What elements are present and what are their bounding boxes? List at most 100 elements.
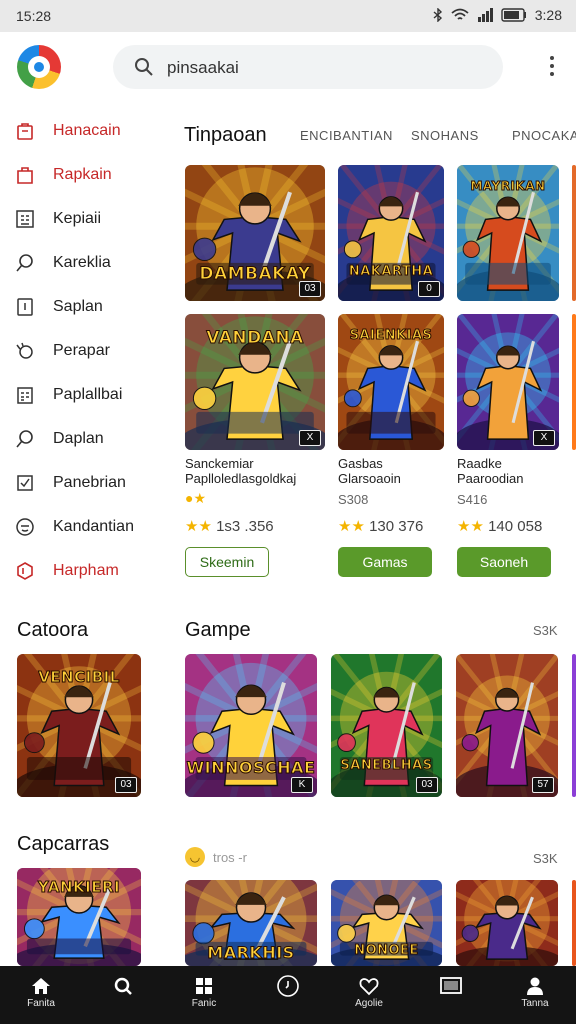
sidebar-item-label: Hanacain [53,122,121,139]
sidebar-item[interactable]: Kepiaii [14,202,164,236]
more-menu-icon[interactable] [540,56,564,80]
game-title-art: WINNOSCHAE [186,758,316,778]
search-icon [14,428,36,450]
sidebar-item[interactable]: Hanacain [14,114,164,148]
rating-row: ★★ 1s3 .356 [185,518,274,535]
sidebar-item[interactable]: Panebrian [14,466,164,500]
game-card[interactable]: NONOEE [331,880,442,966]
card-subtitle: Paplloledlasgoldkaj [185,471,297,486]
bottom-nav-item[interactable]: Fanita [11,974,71,1009]
card-badge: 03 [416,777,438,793]
sidebar-item[interactable]: Perapar [14,334,164,368]
partial-game-card[interactable] [572,880,576,966]
status-icons: 3:28 [433,7,562,23]
game-card[interactable]: DAMBAKAY 03 [185,165,325,301]
bluetooth-icon [433,8,442,22]
saoneh-button[interactable]: Saoneh [457,547,551,577]
partial-game-card[interactable] [572,165,576,301]
tab-3[interactable]: PNOCAKAR [512,128,576,143]
sidebar-item[interactable]: Kandantian [14,510,164,544]
bottom-nav-label: Tanna [521,998,549,1009]
sidebar-item-label: Perapar [53,342,110,359]
sidebar-item[interactable]: Paplallbai [14,378,164,412]
game-card[interactable]: MAYRIKAN [457,165,559,301]
game-card[interactable]: 57 [456,654,558,797]
rating-value: 1s3 .356 [216,518,274,535]
bottom-nav-item[interactable] [258,974,318,998]
bottom-nav-label: Fanita [27,998,55,1009]
status-time: 15:28 [16,8,52,24]
bottom-nav-item[interactable] [421,974,481,998]
card-subtitle: Glarsoaoin [338,471,401,486]
partial-game-card[interactable] [572,314,576,450]
section-title-catoora: Catoora [17,619,89,641]
sidebar-item-label: Saplan [53,298,103,315]
sidebar-item-label: Rapkain [53,166,112,183]
sidebar-item[interactable]: Harpham [14,554,164,588]
game-card[interactable]: X [457,314,559,450]
status-bar: 15:28 3:28 [0,0,576,32]
battery-text: 3:28 [534,7,562,23]
hand-icon [14,340,36,362]
card-title: Sanckemiar [185,456,254,471]
tab-1[interactable]: ENCIBANTIAN [300,128,393,143]
search-icon [14,252,36,274]
game-card[interactable]: NAKARTHA 0 [338,165,444,301]
bottom-nav-item[interactable]: Tanna [505,974,565,1009]
search-input[interactable] [165,55,489,81]
game-card[interactable]: VANDANA X [185,314,325,450]
game-card[interactable]: VENCIBIL 03 [17,654,141,797]
game-card[interactable]: SANEBLHAS 03 [331,654,442,797]
see-more-link[interactable]: S3K [533,623,558,638]
tab-2[interactable]: SNOHANS [411,128,479,143]
bottom-nav-item[interactable]: Agolie [339,974,399,1009]
bottom-nav-label: Agolie [355,998,383,1009]
rating-value: 130 376 [369,518,424,535]
gamas-button[interactable]: Gamas [338,547,432,577]
sidebar-item[interactable]: Daplan [14,422,164,456]
tv-icon [421,974,481,998]
card-badge: X [533,430,555,446]
search-bar[interactable] [113,45,503,89]
game-card[interactable]: YANKIERI [17,868,141,966]
sidebar-item-label: Panebrian [53,474,126,491]
game-title-art: NAKARTHA [348,264,434,280]
star-rating: ●★ [185,490,207,506]
rating-row: ★★ 140 058 [457,518,543,535]
sidebar-item[interactable]: Saplan [14,290,164,324]
emoji-row: ◡ tros -r [185,847,247,867]
see-more-link[interactable]: S3K [533,851,558,866]
card-badge: X [299,430,321,446]
sidebar-item-label: Paplallbai [53,386,123,403]
app-logo[interactable] [17,45,61,89]
section-title-capcarras: Capcarras [17,833,110,855]
sidebar-item[interactable]: Kareklia [14,246,164,280]
partial-game-card[interactable] [572,654,576,797]
sidebar-item-label: Harpham [53,562,119,579]
card-badge: 03 [299,281,321,297]
bottom-nav-item[interactable]: Fanic [174,974,234,1009]
skeemin-button[interactable]: Skeemin [185,547,269,577]
home-icon [11,974,71,998]
card-badge: 03 [115,777,137,793]
card-title: Raadke [457,456,502,471]
bottom-nav-label: Fanic [191,998,217,1009]
clock-icon [258,974,318,998]
search-icon [93,974,153,998]
game-card[interactable] [456,880,558,966]
card-badge: K [291,777,313,793]
game-title-art: SANEBLHAS [340,758,433,774]
bottom-nav-item[interactable] [93,974,153,998]
game-card[interactable]: SAIENKIAS [338,314,444,450]
search-icon [135,58,153,76]
sidebar-item-label: Kepiaii [53,210,102,227]
bag-icon [14,120,36,142]
game-card[interactable]: MARKHIS [185,880,317,966]
sidebar-item[interactable]: Rapkain [14,158,164,192]
game-title-art: VANDANA [206,327,304,348]
game-title-art: MARKHIS [207,942,295,962]
smile-emoji-icon: ◡ [185,847,205,867]
check-box-icon [14,472,36,494]
game-card[interactable]: WINNOSCHAE K [185,654,317,797]
signal-icon [477,8,493,22]
